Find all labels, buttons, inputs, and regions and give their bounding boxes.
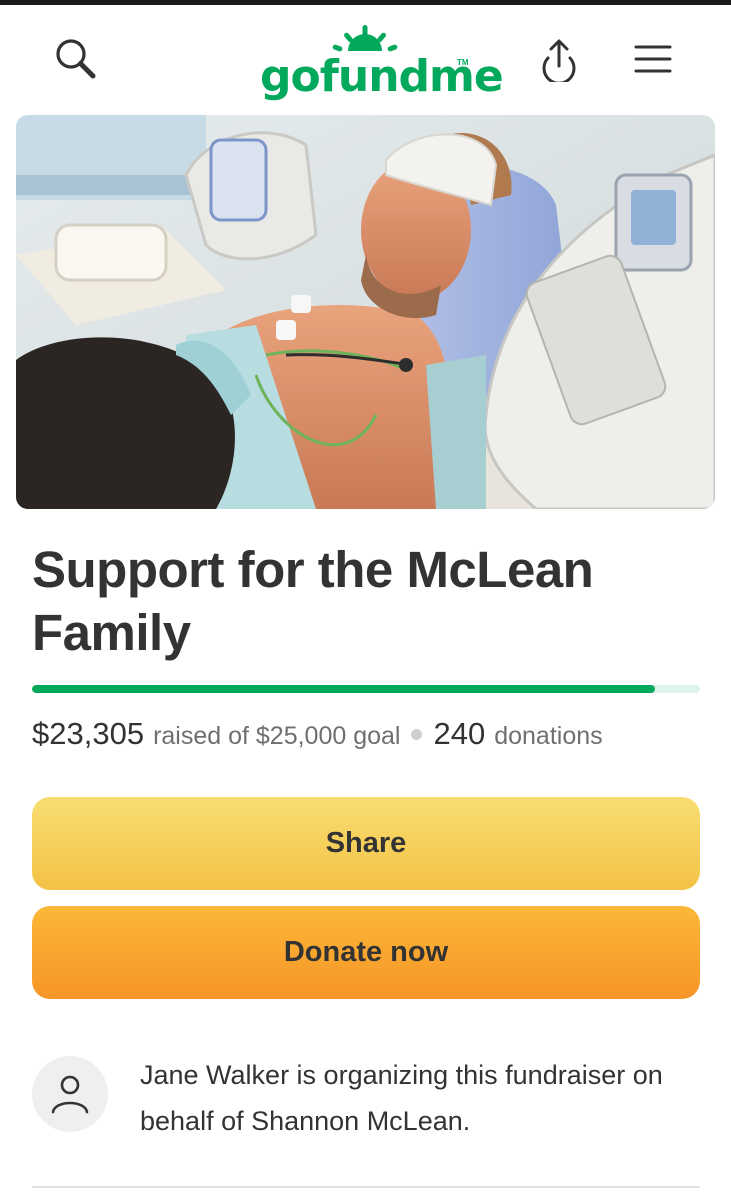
logo-trademark: TM bbox=[457, 58, 469, 67]
person-icon bbox=[51, 1075, 89, 1114]
organizer-description: Jane Walker is organizing this fundraise… bbox=[140, 1060, 663, 1136]
share-header-button[interactable] bbox=[533, 33, 585, 85]
section-divider bbox=[32, 1186, 700, 1188]
site-header: gofundme TM bbox=[0, 5, 731, 110]
progress-bar-fill bbox=[32, 685, 655, 693]
search-button[interactable] bbox=[50, 33, 102, 85]
campaign-title: Support for the McLean Family bbox=[32, 541, 594, 661]
hamburger-menu-icon bbox=[634, 45, 672, 73]
search-icon bbox=[56, 39, 96, 79]
progress-bar bbox=[32, 685, 700, 693]
menu-button[interactable] bbox=[627, 33, 679, 85]
donate-now-button[interactable]: Donate now bbox=[32, 906, 700, 999]
avatar[interactable] bbox=[32, 1056, 108, 1132]
donation-count: 240 bbox=[433, 716, 486, 751]
donation-stats: $23,305 raised of $25,000 goal 240 donat… bbox=[32, 716, 712, 756]
donations-label: donations bbox=[494, 722, 603, 750]
upload-share-icon bbox=[542, 39, 576, 82]
organizer-section: Jane Walker is organizing this fundraise… bbox=[32, 1052, 712, 1152]
raised-amount: $23,305 bbox=[32, 716, 145, 751]
raised-goal-text: raised of $25,000 goal bbox=[153, 722, 401, 750]
campaign-hero-photo[interactable] bbox=[16, 115, 715, 509]
separator-dot bbox=[411, 729, 423, 740]
gofundme-logo[interactable]: gofundme TM bbox=[260, 23, 504, 103]
share-button[interactable]: Share bbox=[32, 797, 700, 890]
